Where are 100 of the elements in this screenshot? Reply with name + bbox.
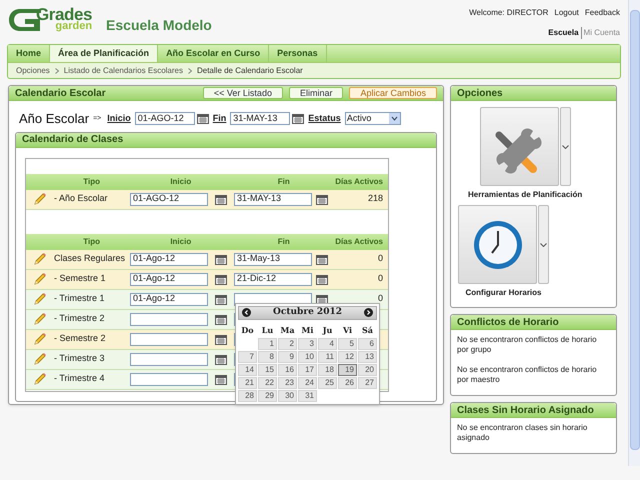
calendar-day[interactable]: 14 [238,364,257,376]
tile-label: Herramientas de Planificación [468,189,582,201]
pencil-icon [33,332,47,346]
calendar-day[interactable]: 27 [358,376,377,388]
calendar-day[interactable]: 20 [358,364,377,376]
calendar-icon [316,274,328,284]
date-field[interactable] [130,332,208,346]
calendar-day[interactable]: 17 [298,364,317,376]
date-field[interactable] [130,372,208,386]
calendar-day[interactable]: 1 [258,338,277,350]
nav-tab[interactable]: Personas [269,45,327,62]
calendar-day[interactable]: 31 [298,390,317,402]
year-label: Año Escolar [19,110,90,128]
date-field[interactable] [130,352,208,366]
chevron-down-icon [540,242,547,246]
table-cell-text: 0 [376,292,384,306]
status-dropdown[interactable]: Activo [344,112,401,126]
header-link[interactable]: Feedback [584,7,620,19]
breadcrumb-link[interactable]: Opciones [16,64,50,76]
calendar-day[interactable]: 5 [338,338,357,350]
field-label[interactable]: Estatus [308,112,341,126]
weekday-label: Sá [361,324,374,336]
header-link[interactable]: Logout [554,7,579,19]
table-cell-text: 218 [366,192,384,206]
calendar-day[interactable]: 28 [238,390,257,402]
calendar-day[interactable]: 7 [238,350,257,362]
column-header: Fin [276,176,291,188]
next-month-icon [364,308,373,317]
action-button[interactable]: << Ver Listado [202,87,283,99]
previous-month-icon [242,308,251,317]
table-cell-text: - Semestre 2 [54,332,107,346]
calendar-day[interactable]: 15 [258,364,277,376]
weekday-label: Do [240,324,255,336]
school-name: Escuela Modelo [106,16,212,35]
date-field[interactable]: 31-MAY-13 [230,112,290,126]
date-field[interactable]: 31-May-13 [234,252,312,266]
weekday-label: Ma [279,324,296,336]
calendar-day[interactable]: 16 [278,364,297,376]
panel-title: Conflictos de Horario [457,316,559,330]
calendar-icon [215,354,227,364]
option-tile[interactable] [458,205,537,284]
account-tab[interactable]: Escuela [548,27,579,39]
column-header: Tipo [82,176,101,188]
calendar-icon [215,274,227,284]
calendar-day[interactable]: 8 [258,350,277,362]
date-field[interactable]: 01-Ago-12 [130,292,208,306]
table-cell-text: - Trimestre 3 [54,352,106,366]
nav-tab[interactable]: Año Escolar en Curso [158,45,270,62]
breadcrumb-link[interactable]: Detalle de Calendario Escolar [196,64,303,76]
nav-tab[interactable]: Área de Planificación [50,45,158,62]
field-label[interactable]: Fin [212,112,226,126]
scrollbar[interactable] [628,0,640,466]
date-field[interactable] [130,312,208,326]
date-field[interactable]: 01-Ago-12 [130,252,208,266]
account-tab[interactable]: Mi Cuenta [580,27,620,39]
calendar-day[interactable]: 4 [318,338,337,350]
scrollbar-thumb[interactable] [630,10,640,450]
calendar-day[interactable]: 19 [338,364,357,376]
calendar-day[interactable]: 6 [358,338,377,350]
calendar-day[interactable]: 12 [338,350,357,362]
calendar-day[interactable]: 9 [278,350,297,362]
calendar-day[interactable]: 2 [278,338,297,350]
pencil-icon [33,312,47,326]
pencil-icon [33,372,47,386]
column-header: Inicio [169,236,192,248]
date-field[interactable]: 01-Ago-12 [130,272,208,286]
column-header: Fin [276,236,291,248]
calendar-day[interactable]: 22 [258,376,277,388]
date-field[interactable]: 31-MAY-13 [234,192,312,206]
date-field[interactable]: 21-Dic-12 [234,272,312,286]
action-button[interactable]: Aplicar Cambios [349,87,437,99]
option-tile[interactable] [480,107,559,186]
calendar-day[interactable]: 18 [318,364,337,376]
calendar-day[interactable]: 30 [278,390,297,402]
calendar-icon [316,254,328,264]
message-text: No se encontraron conflictos de horario por grupo [457,335,598,355]
column-header: Inicio [169,176,192,188]
calendar-day[interactable]: 11 [318,350,337,362]
calendar-day[interactable]: 29 [258,390,277,402]
pencil-icon [33,352,47,366]
tile-dropdown[interactable] [560,107,571,186]
tile-dropdown[interactable] [538,205,549,284]
chevron-right-icon [188,68,192,74]
breadcrumb-link[interactable]: Listado de Calendarios Escolares [64,64,183,76]
table-cell-text: - Trimestre 4 [54,372,106,386]
date-field[interactable]: 01-AGO-12 [134,112,195,126]
action-button[interactable]: Eliminar [288,87,344,99]
date-field[interactable]: 01-AGO-12 [130,192,208,206]
calendar-day[interactable]: 13 [358,350,377,362]
calendar-day[interactable]: 23 [278,376,297,388]
chevron-down-icon [562,144,569,148]
field-label[interactable]: Inicio [107,112,131,126]
calendar-day[interactable]: 3 [298,338,317,350]
calendar-day[interactable]: 25 [318,376,337,388]
calendar-day[interactable]: 24 [298,376,317,388]
calendar-day[interactable]: 26 [338,376,357,388]
table-cell-text: 0 [376,272,384,286]
calendar-icon [215,314,227,324]
calendar-day[interactable]: 21 [238,376,257,388]
calendar-day[interactable]: 10 [298,350,317,362]
